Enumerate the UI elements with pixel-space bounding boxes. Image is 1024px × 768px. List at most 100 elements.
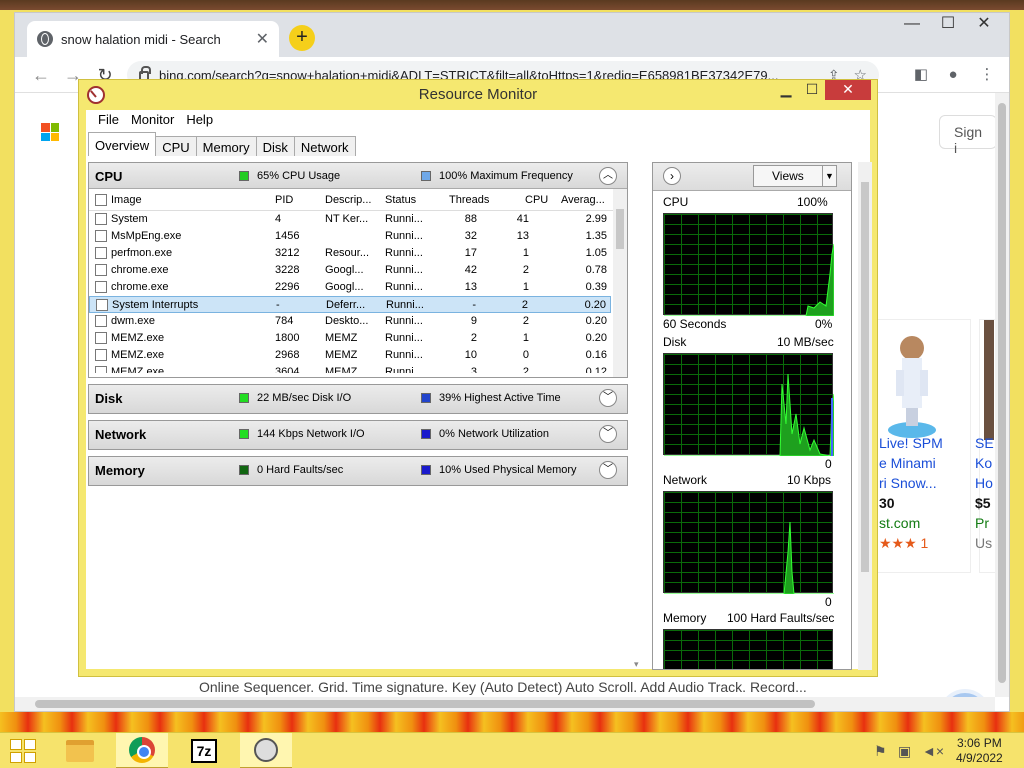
- process-cell-threads: 10: [464, 349, 477, 361]
- process-cell-description: MEMZ: [325, 349, 358, 361]
- new-tab-button[interactable]: +: [289, 25, 315, 51]
- menu-file[interactable]: File: [92, 110, 125, 130]
- cpu-graph-max: 100%: [797, 195, 828, 209]
- process-cell-cpu: 1: [522, 332, 529, 344]
- process-checkbox[interactable]: [95, 264, 107, 276]
- tab-overview[interactable]: Overview: [88, 132, 157, 156]
- col-threads[interactable]: Threads: [449, 194, 489, 206]
- process-cell-image: perfmon.exe: [111, 247, 173, 259]
- rm-minimize-button[interactable]: ▁: [773, 80, 799, 100]
- network-tray-icon[interactable]: ▣: [898, 743, 911, 760]
- process-checkbox[interactable]: [95, 247, 107, 259]
- process-checkbox[interactable]: [95, 332, 107, 344]
- disk-panel-header[interactable]: Disk 22 MB/sec Disk I/O 39% Highest Acti…: [89, 385, 627, 413]
- browser-close-button[interactable]: ✕: [967, 13, 1001, 35]
- taskbar-chrome[interactable]: [116, 733, 168, 768]
- process-cell-status: Runni...: [385, 366, 423, 373]
- process-row[interactable]: chrome.exe 3228 Googl... Runni... 42 2 0.78: [89, 262, 611, 279]
- process-checkbox[interactable]: [95, 315, 107, 327]
- chevron-down-icon[interactable]: ﹀: [599, 461, 617, 479]
- col-description[interactable]: Descrip...: [325, 194, 371, 206]
- chevron-down-icon[interactable]: ﹀: [599, 389, 617, 407]
- product-2-title-line1[interactable]: SE: [975, 435, 994, 451]
- col-average[interactable]: Averag...: [561, 194, 605, 206]
- process-row[interactable]: chrome.exe 2296 Googl... Runni... 13 1 0.39: [89, 279, 611, 296]
- process-row[interactable]: dwm.exe 784 Deskto... Runni... 9 2 0.20: [89, 313, 611, 330]
- product-2-title-line2[interactable]: Ko: [975, 455, 992, 471]
- taskbar-file-explorer[interactable]: [54, 733, 106, 768]
- process-checkbox[interactable]: [95, 213, 107, 225]
- process-cell-cpu: 1: [522, 247, 529, 259]
- views-dropdown[interactable]: Views ▼: [753, 165, 837, 187]
- volume-tray-icon[interactable]: ◄×: [922, 743, 944, 759]
- tab-close-icon[interactable]: ✕: [256, 29, 269, 49]
- menu-kebab-icon[interactable]: ⋮: [977, 65, 997, 85]
- chevron-up-icon[interactable]: ︿: [599, 167, 617, 185]
- process-row[interactable]: MEMZ.exe 1800 MEMZ Runni... 2 1 0.20: [89, 330, 611, 347]
- rm-close-button[interactable]: ✕: [825, 80, 871, 100]
- desktop-stripe: [0, 712, 1024, 732]
- page-horizontal-scrollbar[interactable]: [15, 697, 995, 711]
- tab-disk[interactable]: Disk: [255, 136, 295, 156]
- process-row[interactable]: MEMZ.exe 3604 MEMZ Runni... 3 2 0.12: [89, 364, 611, 373]
- browser-maximize-button[interactable]: ☐: [931, 13, 965, 35]
- browser-tab[interactable]: snow halation midi - Search ✕: [27, 21, 279, 57]
- process-checkbox[interactable]: [96, 299, 108, 311]
- page-vertical-scrollbar[interactable]: [995, 93, 1009, 697]
- collapse-pane-button[interactable]: ›: [663, 167, 681, 185]
- result-snippet[interactable]: Online Sequencer. Grid. Time signature. …: [199, 679, 807, 695]
- system-clock[interactable]: 3:06 PM 4/9/2022: [956, 736, 1003, 766]
- overview-scrollbar[interactable]: ▾: [634, 162, 646, 670]
- process-row[interactable]: System 4 NT Ker... Runni... 88 41 2.99: [89, 211, 611, 228]
- memory-panel-header[interactable]: Memory 0 Hard Faults/sec 10% Used Physic…: [89, 457, 627, 485]
- rm-maximize-button[interactable]: ☐: [799, 80, 825, 100]
- browser-minimize-button[interactable]: —: [895, 13, 929, 35]
- product-2-title-line3[interactable]: Ho: [975, 475, 993, 491]
- product-1-title-line3[interactable]: ri Snow...: [879, 475, 937, 491]
- process-cell-average: 0.20: [584, 299, 606, 311]
- start-windows-icon[interactable]: [10, 739, 36, 763]
- flag-tray-icon[interactable]: ⚑: [874, 743, 887, 760]
- process-checkbox[interactable]: [95, 349, 107, 361]
- cpu-panel-header[interactable]: CPU 65% CPU Usage 100% Maximum Frequency…: [89, 163, 627, 189]
- process-row[interactable]: MEMZ.exe 2968 MEMZ Runni... 10 0 0.16: [89, 347, 611, 364]
- tab-network[interactable]: Network: [293, 136, 356, 156]
- tab-strip: snow halation midi - Search ✕ + — ☐ ✕: [15, 13, 1009, 57]
- process-checkbox[interactable]: [95, 281, 107, 293]
- col-status[interactable]: Status: [385, 194, 416, 206]
- process-cell-image: MEMZ.exe: [111, 366, 165, 373]
- process-cell-description: MEMZ: [325, 332, 358, 344]
- menu-monitor[interactable]: Monitor: [125, 110, 180, 130]
- chevron-down-icon[interactable]: ﹀: [599, 425, 617, 443]
- process-row[interactable]: MsMpEng.exe 1456 Runni... 32 13 1.35: [89, 228, 611, 245]
- taskbar-resource-monitor[interactable]: [240, 733, 292, 768]
- process-table-scrollbar[interactable]: [613, 189, 627, 377]
- col-pid[interactable]: PID: [275, 194, 293, 206]
- product-1-title-line2[interactable]: e Minami: [879, 455, 936, 471]
- taskbar-7zip[interactable]: 7z: [178, 733, 230, 768]
- col-image[interactable]: Image: [111, 194, 142, 206]
- profile-icon[interactable]: ●: [943, 65, 963, 85]
- select-all-checkbox[interactable]: [95, 194, 107, 206]
- network-panel-title: Network: [95, 427, 147, 442]
- process-cell-threads: 3: [470, 366, 477, 373]
- graph-pane-scrollbar[interactable]: [858, 162, 872, 670]
- menu-help[interactable]: Help: [180, 110, 219, 130]
- tab-cpu[interactable]: CPU: [155, 136, 197, 156]
- tab-memory[interactable]: Memory: [195, 136, 257, 156]
- microsoft-logo-icon[interactable]: [41, 123, 59, 141]
- process-cell-cpu: 0: [522, 349, 529, 361]
- side-panel-icon[interactable]: ◧: [911, 65, 931, 85]
- process-cell-pid: 784: [275, 315, 294, 327]
- col-cpu[interactable]: CPU: [525, 194, 548, 206]
- process-row[interactable]: System Interrupts - Deferr... Runni... - 2 0.2…: [89, 296, 611, 313]
- process-checkbox[interactable]: [95, 366, 107, 373]
- clock-date: 4/9/2022: [956, 751, 1003, 765]
- product-1-title-line1[interactable]: Live! SPM: [879, 435, 943, 451]
- sign-in-button[interactable]: Sign i: [939, 115, 995, 156]
- rm-titlebar[interactable]: Resource Monitor ▁ ☐ ✕: [79, 80, 877, 108]
- network-panel-header[interactable]: Network 144 Kbps Network I/O 0% Network …: [89, 421, 627, 449]
- back-button[interactable]: ←: [27, 61, 55, 89]
- process-row[interactable]: perfmon.exe 3212 Resour... Runni... 17 1 1.05: [89, 245, 611, 262]
- process-checkbox[interactable]: [95, 230, 107, 242]
